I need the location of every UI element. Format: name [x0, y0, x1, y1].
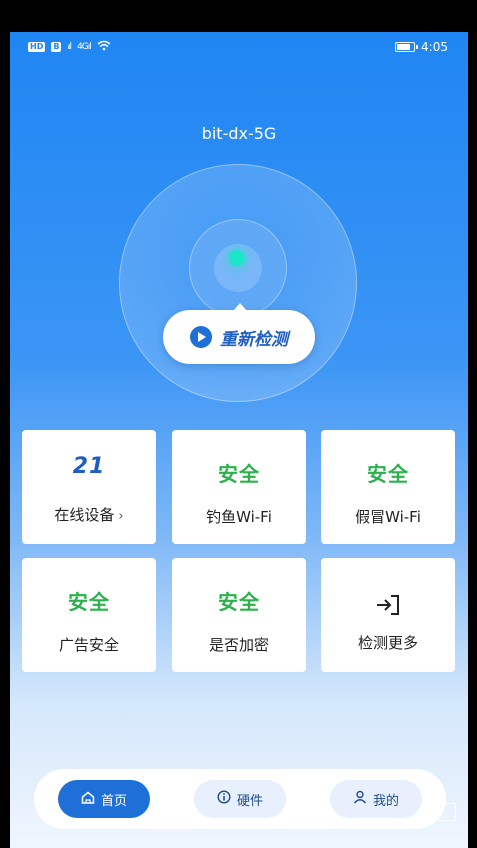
network-name: bit-dx-5G: [201, 124, 277, 143]
card-label: 是否加密: [208, 636, 269, 654]
recheck-button[interactable]: 重新检测: [163, 303, 315, 364]
card-encryption[interactable]: 安全 是否加密: [172, 558, 306, 672]
home-icon: [81, 791, 95, 808]
card-fake-wifi[interactable]: 安全 假冒Wi-Fi: [321, 430, 455, 544]
status-bar: HD B ᵢıl 4Gıl 4:05: [10, 32, 468, 62]
tab-profile[interactable]: 我的: [330, 780, 422, 818]
app-screen: HD B ᵢıl 4Gıl 4:05 bit-dx-5G 重新检测 21 在线设…: [10, 32, 468, 848]
chevron-right-icon: ›: [118, 509, 124, 524]
recheck-label: 重新检测: [220, 329, 288, 350]
enter-icon: [321, 594, 455, 622]
status-left: HD B ᵢıl 4Gıl: [28, 40, 111, 54]
radar-center-dot: [229, 250, 245, 266]
signal-label: 4G: [77, 42, 89, 52]
card-label: 在线设备 ›: [22, 504, 156, 525]
play-icon: [190, 326, 212, 348]
status-value: 安全: [367, 462, 409, 486]
online-device-count: 21: [72, 454, 106, 479]
status-value: 安全: [68, 590, 110, 614]
signal-icon: ᵢıl: [67, 42, 72, 52]
online-devices-label: 在线设备: [54, 506, 115, 524]
wifi-icon: [97, 40, 111, 54]
battery-icon: [395, 42, 419, 52]
info-icon: [217, 790, 231, 808]
b-badge: B: [51, 42, 62, 52]
floating-window-icon[interactable]: [438, 803, 456, 821]
status-value: 安全: [218, 462, 260, 486]
user-icon: [353, 790, 367, 808]
tab-profile-label: 我的: [372, 793, 399, 809]
tab-home[interactable]: 首页: [58, 780, 150, 818]
card-phishing-wifi[interactable]: 安全 钓鱼Wi-Fi: [172, 430, 306, 544]
bottom-tab-bar: 首页 硬件 我的: [34, 769, 446, 829]
tab-hardware[interactable]: 硬件: [194, 780, 286, 818]
card-online-devices[interactable]: 21 在线设备 ›: [22, 430, 156, 544]
card-label: 检测更多: [357, 634, 418, 652]
card-label: 假冒Wi-Fi: [355, 508, 421, 526]
card-label: 钓鱼Wi-Fi: [206, 508, 272, 526]
clock: 4:05: [421, 40, 448, 54]
card-more-checks[interactable]: 检测更多: [321, 558, 455, 672]
card-ad-safety[interactable]: 安全 广告安全: [22, 558, 156, 672]
card-label: 广告安全: [58, 636, 119, 654]
status-right: 4:05: [395, 40, 448, 54]
status-value: 安全: [218, 590, 260, 614]
tab-hardware-label: 硬件: [236, 793, 263, 809]
hd-badge: HD: [28, 42, 46, 52]
cellular-signal: 4Gıl: [77, 42, 92, 52]
battery-fill: [397, 44, 411, 50]
tab-home-label: 首页: [100, 793, 127, 809]
home-indicator[interactable]: [213, 822, 231, 828]
